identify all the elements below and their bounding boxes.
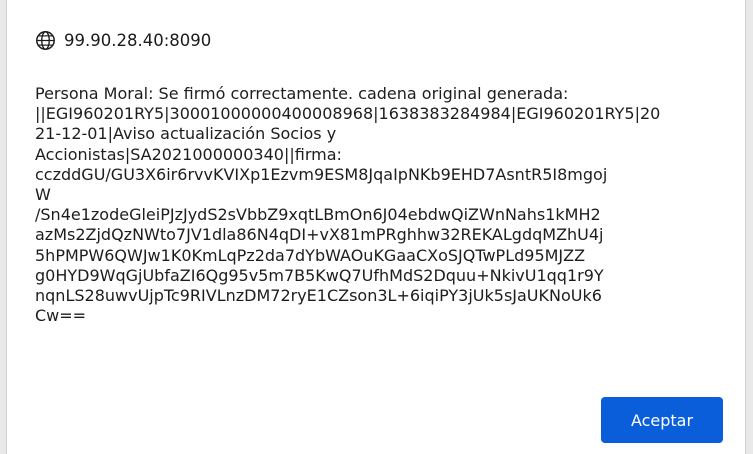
globe-icon bbox=[35, 30, 56, 51]
background-right-edge bbox=[746, 0, 753, 454]
dialog-message: Persona Moral: Se firmó correctamente. c… bbox=[35, 84, 661, 326]
dialog-origin: 99.90.28.40:8090 bbox=[35, 30, 211, 51]
accept-button[interactable]: Aceptar bbox=[601, 397, 723, 443]
origin-address: 99.90.28.40:8090 bbox=[64, 31, 212, 50]
alert-dialog: 99.90.28.40:8090 Persona Moral: Se firmó… bbox=[6, 0, 746, 454]
